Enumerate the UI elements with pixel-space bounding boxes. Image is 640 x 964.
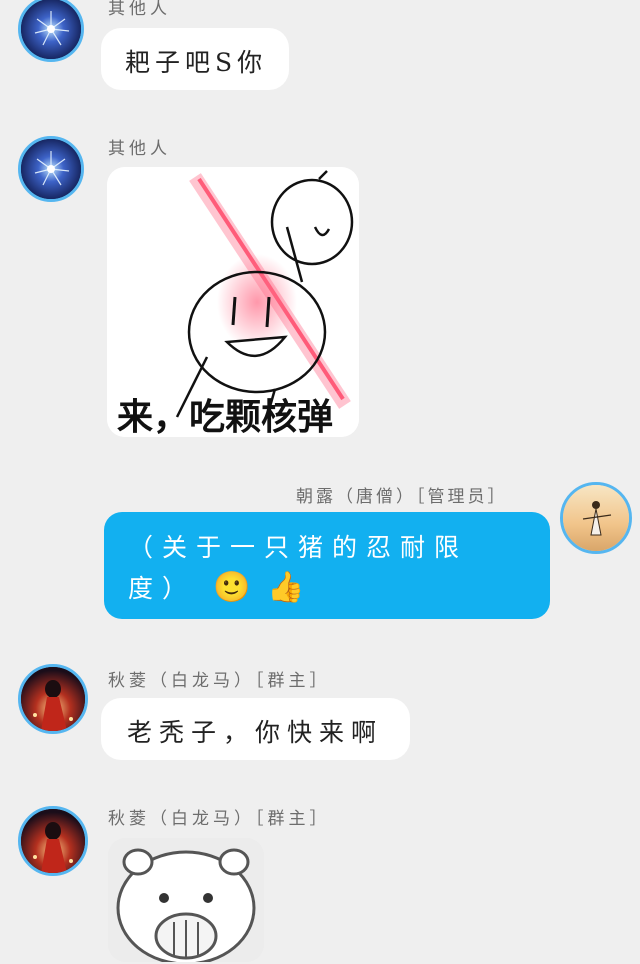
sticker-caption: 来，吃颗核弹	[117, 397, 333, 437]
message-text-self-line1: （关于一只猪的忍耐限	[128, 533, 469, 562]
message-text-self-line2: 度）	[128, 574, 197, 603]
sender-name-qiuling-1: 秋菱（白龙马）［群主］	[108, 671, 331, 691]
message-bubble-self[interactable]: （关于一只猪的忍耐限 度） 🙂 👍	[104, 512, 550, 619]
sender-name-other-1: 其他人	[108, 0, 171, 19]
avatar-qiuling-2[interactable]	[18, 806, 88, 876]
avatar-other-1[interactable]	[18, 0, 84, 62]
message-bubble-4[interactable]: 老秃子，你快来啊	[101, 698, 410, 760]
sender-name-other-2: 其他人	[108, 139, 171, 159]
avatar-other-2[interactable]	[18, 136, 84, 202]
message-text-4: 老秃子，你快来啊	[127, 718, 384, 747]
thumbs-up-icon: 👍	[267, 570, 305, 605]
message-text-1: 耙子吧S你	[125, 48, 268, 77]
smile-icon: 🙂	[212, 570, 251, 605]
message-text-self-line2-row: 度） 🙂 👍	[128, 568, 530, 609]
avatar-qiuling-1[interactable]	[18, 664, 88, 734]
sender-name-self: 朝露（唐僧）［管理员］	[296, 487, 508, 507]
sticker-polar-bear[interactable]	[108, 838, 264, 962]
message-bubble-1[interactable]: 耙子吧S你	[101, 28, 289, 90]
sticker-nuke[interactable]: 来，吃颗核弹	[107, 167, 359, 437]
avatar-self[interactable]	[560, 482, 632, 554]
sender-name-qiuling-2: 秋菱（白龙马）［群主］	[108, 809, 331, 829]
